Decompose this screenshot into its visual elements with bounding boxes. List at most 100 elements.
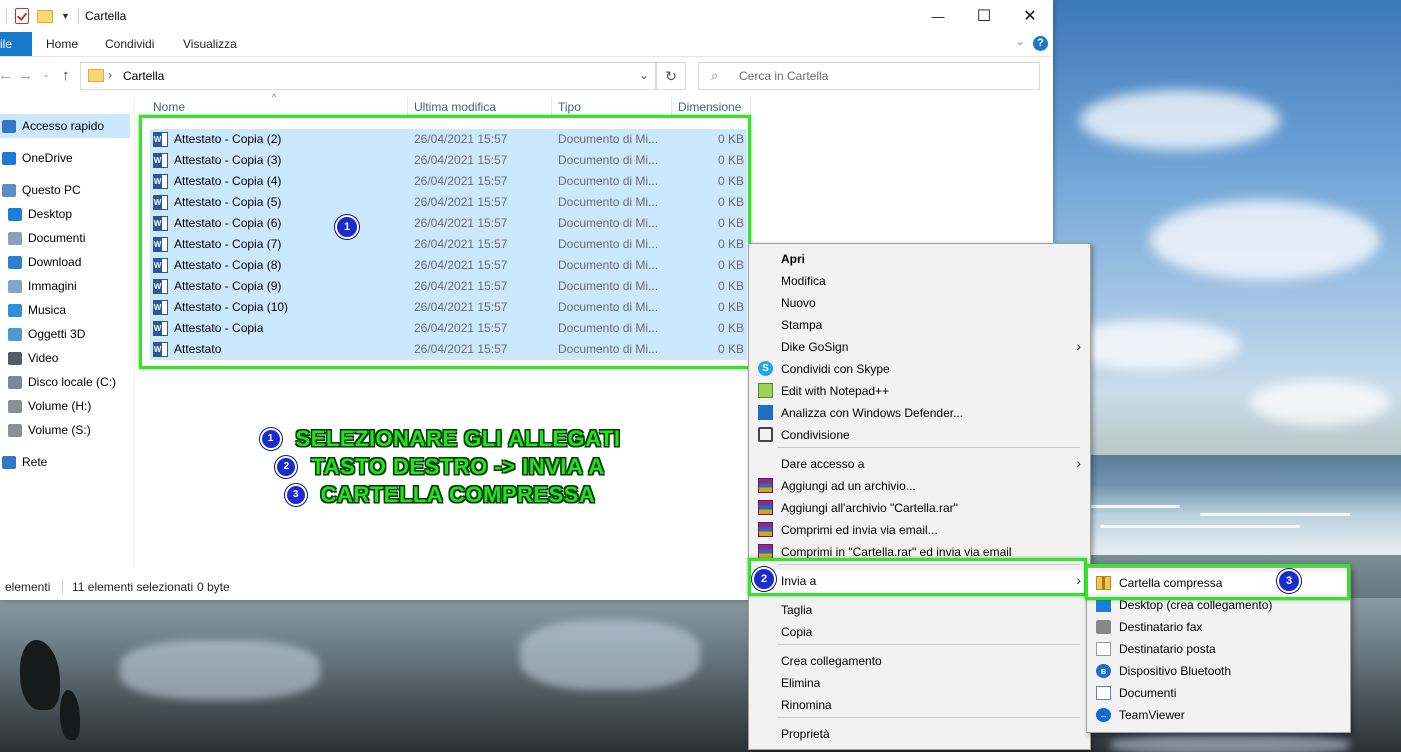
send-to-label: TeamViewer bbox=[1119, 708, 1185, 722]
back-icon[interactable]: ← bbox=[0, 67, 13, 84]
context-menu-label: Comprimi ed invia via email... bbox=[781, 523, 938, 537]
context-menu-label: Aggiungi all'archivio "Cartella.rar" bbox=[781, 501, 958, 515]
context-menu-item[interactable]: Aggiungi ad un archivio... bbox=[749, 475, 1090, 497]
toolbar-divider bbox=[77, 8, 79, 24]
context-menu-item[interactable]: Stampa bbox=[749, 314, 1090, 336]
sidebar-item[interactable]: Oggetti 3D bbox=[0, 322, 134, 346]
sidebar-item[interactable]: Documenti bbox=[0, 226, 134, 250]
close-button[interactable]: ✕ bbox=[1007, 0, 1053, 32]
context-menu-label: Dare accesso a bbox=[781, 457, 865, 471]
context-menu-item[interactable]: Rinomina bbox=[749, 694, 1090, 716]
winrar-icon bbox=[758, 500, 773, 515]
context-menu-item[interactable]: Edit with Notepad++ bbox=[749, 380, 1090, 402]
refresh-button[interactable]: ↻ bbox=[656, 62, 686, 90]
address-bar[interactable]: › Cartella ⌄ bbox=[80, 62, 656, 90]
breadcrumb-separator-icon[interactable]: › bbox=[108, 68, 112, 82]
drive-icon bbox=[8, 399, 22, 413]
toolbar-divider bbox=[6, 8, 7, 24]
sidebar-item[interactable]: OneDrive bbox=[0, 146, 134, 170]
context-menu-item[interactable]: Proprietà bbox=[749, 723, 1090, 745]
sidebar-item[interactable]: Desktop bbox=[0, 202, 134, 226]
context-menu-label: Elimina bbox=[781, 676, 821, 690]
context-menu-label: Crea collegamento bbox=[781, 654, 882, 668]
send-to-item[interactable]: ʙ Dispositivo Bluetooth bbox=[1087, 660, 1350, 682]
help-icon[interactable]: ? bbox=[1033, 36, 1048, 51]
new-folder-icon[interactable] bbox=[37, 9, 53, 23]
address-row: ← → ⌄ ↑ › Cartella ⌄ ↻ ⌕ Cerca in Cartel… bbox=[0, 56, 1053, 96]
sort-ascending-icon: ^ bbox=[272, 92, 277, 102]
forward-icon[interactable]: → bbox=[18, 67, 33, 84]
sidebar-item-label: Volume (H:) bbox=[28, 399, 92, 413]
maximize-button[interactable]: ☐ bbox=[961, 0, 1007, 32]
tab-home[interactable]: Home bbox=[46, 37, 78, 51]
send-to-item[interactable]: Destinatario posta bbox=[1087, 638, 1350, 660]
download-icon bbox=[8, 255, 22, 269]
context-menu-item[interactable]: Crea collegamento bbox=[749, 650, 1090, 672]
breadcrumb-current[interactable]: Cartella bbox=[123, 69, 164, 83]
context-menu-label: Dike GoSign bbox=[781, 340, 849, 354]
menu-separator bbox=[777, 717, 1080, 718]
sidebar-item-label: Accesso rapido bbox=[22, 119, 105, 133]
tab-file[interactable]: ile bbox=[0, 32, 32, 56]
context-menu-item[interactable]: Aggiungi all'archivio "Cartella.rar" bbox=[749, 497, 1090, 519]
sidebar-item[interactable]: Questo PC bbox=[0, 178, 134, 202]
minimize-button[interactable]: — bbox=[915, 0, 961, 32]
step-badge-3: 3 bbox=[1277, 569, 1301, 593]
context-menu-item[interactable]: Copia bbox=[749, 621, 1090, 643]
context-menu-item[interactable]: Comprimi ed invia via email... bbox=[749, 519, 1090, 541]
sidebar-item-label: Oggetti 3D bbox=[28, 327, 86, 341]
folder-icon bbox=[88, 69, 104, 82]
expand-ribbon-icon[interactable]: ⌄ bbox=[1016, 35, 1025, 48]
context-menu-item[interactable]: Dare accesso a › bbox=[749, 453, 1090, 475]
notepad-plus-plus-icon bbox=[758, 383, 773, 398]
search-input[interactable]: ⌕ Cerca in Cartella bbox=[698, 62, 1040, 90]
step-badge-1: 1 bbox=[335, 215, 359, 239]
menu-separator bbox=[777, 447, 1080, 448]
context-menu-item[interactable]: Elimina bbox=[749, 672, 1090, 694]
tab-share[interactable]: Condividi bbox=[105, 37, 154, 51]
search-icon: ⌕ bbox=[711, 68, 719, 83]
fax-icon bbox=[1096, 620, 1111, 634]
sidebar-item[interactable]: Rete bbox=[0, 450, 134, 474]
instructions-overlay: 1 SELEZIONARE GLI ALLEGATI 2 TASTO DESTR… bbox=[230, 425, 650, 509]
context-menu-item[interactable]: Apri bbox=[749, 248, 1090, 270]
context-menu-item[interactable]: Condivisione bbox=[749, 424, 1090, 446]
window-controls: — ☐ ✕ bbox=[915, 0, 1053, 32]
customize-toolbar-icon[interactable]: ▼ bbox=[61, 11, 70, 21]
context-menu-label: Taglia bbox=[781, 603, 813, 617]
sidebar-item[interactable]: Musica bbox=[0, 298, 134, 322]
tab-view[interactable]: Visualizza bbox=[183, 37, 237, 51]
properties-icon[interactable] bbox=[15, 8, 29, 24]
context-menu-item[interactable]: Nuovo bbox=[749, 292, 1090, 314]
winrar-icon bbox=[758, 522, 773, 537]
sidebar-item[interactable]: Volume (H:) bbox=[0, 394, 134, 418]
menu-separator bbox=[777, 644, 1080, 645]
context-menu-item[interactable]: Dike GoSign › bbox=[749, 336, 1090, 358]
context-menu-item[interactable]: Taglia bbox=[749, 599, 1090, 621]
sidebar-item[interactable]: Immagini bbox=[0, 274, 134, 298]
context-menu-label: Aggiungi ad un archivio... bbox=[781, 479, 916, 493]
sidebar-item-label: Download bbox=[28, 255, 82, 269]
send-to-item[interactable]: ↔ TeamViewer bbox=[1087, 704, 1350, 726]
send-to-label: Destinatario posta bbox=[1119, 642, 1216, 656]
chevron-down-icon[interactable]: ⌄ bbox=[639, 68, 649, 82]
sidebar-item[interactable]: Accesso rapido bbox=[0, 114, 130, 138]
context-menu-item[interactable]: Analizza con Windows Defender... bbox=[749, 402, 1090, 424]
context-menu-label: Rinomina bbox=[781, 698, 832, 712]
sidebar-item[interactable]: Volume (S:) bbox=[0, 418, 134, 442]
sidebar-item[interactable]: Video bbox=[0, 346, 134, 370]
send-to-item[interactable]: Destinatario fax bbox=[1087, 616, 1350, 638]
sidebar-item[interactable]: Disco locale (C:) bbox=[0, 370, 134, 394]
context-menu-label: Proprietà bbox=[781, 727, 830, 741]
chevron-right-icon: › bbox=[1076, 455, 1081, 471]
send-to-item[interactable]: Documenti bbox=[1087, 682, 1350, 704]
chevron-right-icon: › bbox=[1076, 338, 1081, 354]
sidebar-item[interactable]: Download bbox=[0, 250, 134, 274]
teamviewer-icon: ↔ bbox=[1096, 708, 1111, 722]
context-menu: Apri Modifica Nuovo Stampa Dike GoSign › S Cond… bbox=[748, 243, 1091, 750]
context-menu-item[interactable]: Modifica bbox=[749, 270, 1090, 292]
recent-locations-icon[interactable]: ⌄ bbox=[42, 69, 50, 80]
up-icon[interactable]: ↑ bbox=[62, 67, 70, 84]
instruction-badge-3: 3 bbox=[284, 484, 307, 506]
context-menu-item[interactable]: S Condividi con Skype bbox=[749, 358, 1090, 380]
